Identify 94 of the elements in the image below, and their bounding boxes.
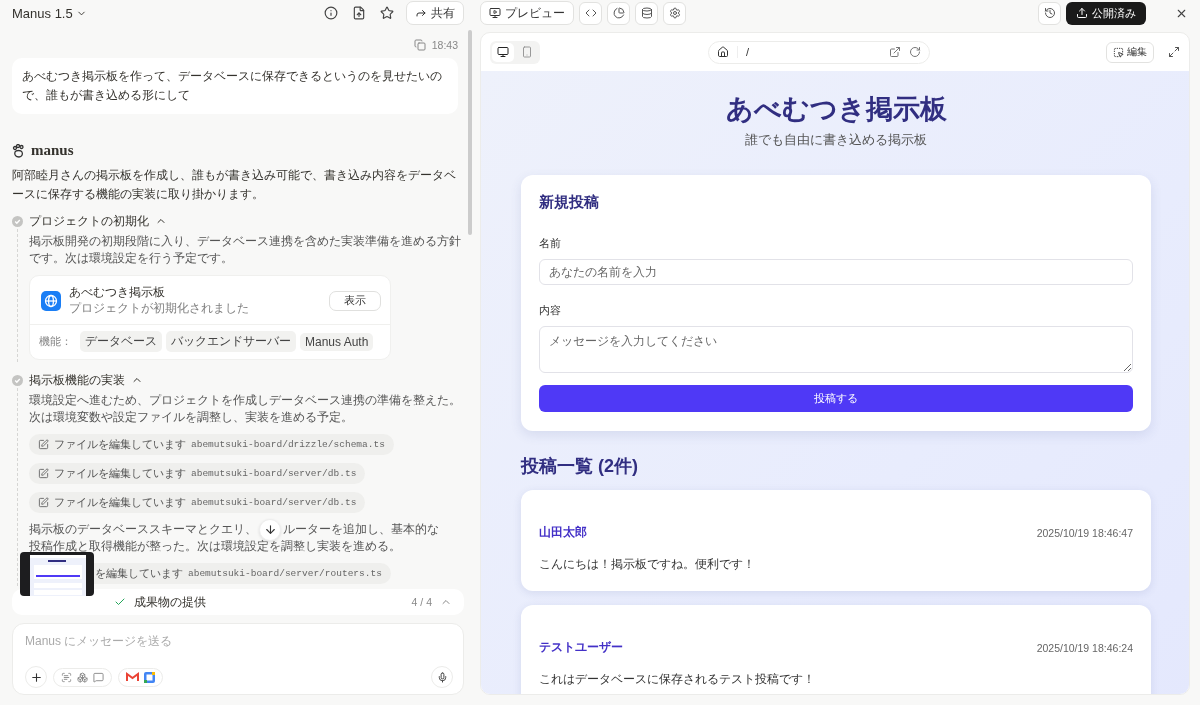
settings-button[interactable] <box>663 1 686 25</box>
scroll-down-button[interactable] <box>259 518 281 541</box>
preview-tab[interactable]: プレビュー <box>480 1 574 25</box>
expand-icon[interactable] <box>1168 46 1180 58</box>
file-path: abemutsuki-board/server/routers.ts <box>188 568 382 579</box>
step-text: 環境設定へ進むため、プロジェクトを作成しデータベース連携の準備を整えた。次は環境変数や設定ファイルを調整し、実装を進める予定。 <box>29 392 462 426</box>
step-title: 掲示板機能の実装 <box>29 372 125 388</box>
preview-thumbnail[interactable] <box>20 552 94 596</box>
view-button[interactable]: 表示 <box>329 291 381 311</box>
share-button[interactable]: 共有 <box>406 1 464 25</box>
chart-button[interactable] <box>607 1 630 25</box>
pie-chart-icon <box>612 7 625 19</box>
step-text: 掲示板のデータベーススキーマとクエリ、 <box>29 521 257 538</box>
history-button[interactable] <box>1038 1 1061 25</box>
info-icon <box>324 6 338 20</box>
features-label: 機能： <box>39 334 72 349</box>
settings-icon <box>668 7 681 19</box>
agent-name: manus <box>31 142 74 159</box>
action-text: を編集しています <box>95 566 183 581</box>
copy-icon[interactable] <box>413 39 426 51</box>
file-path: abemutsuki-board/server/db.ts <box>191 497 357 508</box>
calendar-icon[interactable] <box>144 671 155 683</box>
step-text: 投稿作成と取得機能が整った。次は環境設定を調整し実装を進める。 <box>29 538 401 555</box>
share-icon <box>415 7 427 19</box>
history-icon <box>1043 7 1056 19</box>
reload-icon[interactable] <box>909 46 921 58</box>
apps-icon[interactable] <box>77 671 88 683</box>
post-author: テストユーザー <box>539 639 623 656</box>
file-icon <box>352 6 366 20</box>
field-label: 内容 <box>539 303 562 318</box>
upload-icon <box>1076 7 1088 19</box>
edit-button[interactable]: 編集 <box>1106 41 1154 63</box>
edit-icon <box>38 439 49 450</box>
step-title: プロジェクトの初期化 <box>29 213 149 229</box>
file-path: abemutsuki-board/drizzle/schema.ts <box>191 439 385 450</box>
agent-message: 阿部睦月さんの掲示板を作成し、誰もが書き込み可能で、書き込み内容をデータベースに保存する機能の実装に取り掛かります。 <box>12 167 457 202</box>
feature-tag: データベース <box>80 331 162 352</box>
task-label: 成果物の提供 <box>134 594 206 610</box>
mic-button[interactable] <box>431 666 453 688</box>
form-heading: 新規投稿 <box>539 193 600 212</box>
post-time: 2025/10/19 18:46:47 <box>1036 526 1133 539</box>
monitor-icon <box>489 7 501 19</box>
publish-button[interactable]: 公開済み <box>1066 1 1146 25</box>
action-text: ファイルを編集しています <box>54 437 186 452</box>
step-text: ルーターを追加し、基本的な <box>283 521 439 538</box>
model-selector[interactable]: Manus 1.5 <box>12 5 87 21</box>
home-icon[interactable] <box>717 46 729 58</box>
field-label: 名前 <box>539 236 562 251</box>
list-heading: 投稿一覧 (2件) <box>521 455 639 478</box>
site-subtitle: 誰でも自由に書き込める掲示板 <box>744 132 928 149</box>
name-field[interactable]: あなたの名前を入力 <box>539 259 1133 285</box>
submit-button[interactable]: 投稿する <box>539 385 1133 412</box>
feature-tag: バックエンドサーバー <box>166 331 296 352</box>
star-icon <box>380 6 394 20</box>
edit-icon <box>38 497 49 508</box>
message-field[interactable]: メッセージを入力してください <box>539 326 1133 373</box>
favorite-button[interactable] <box>378 4 396 22</box>
action-text: ファイルを編集しています <box>54 466 186 481</box>
database-icon <box>640 7 653 19</box>
task-progress-bar[interactable]: 成果物の提供 4 / 4 <box>12 589 464 615</box>
post-body: こんにちは！掲示板ですね。便利です！ <box>539 556 756 573</box>
globe-icon <box>41 291 61 311</box>
mail-icon[interactable] <box>126 672 139 682</box>
task-count: 4 / 4 <box>411 596 432 608</box>
code-icon <box>584 7 597 19</box>
plus-icon <box>29 670 43 684</box>
file-path: abemutsuki-board/server/db.ts <box>191 468 357 479</box>
site-title: あべむつき掲示板 <box>724 93 948 126</box>
chat-icon[interactable] <box>93 671 104 683</box>
post-time: 2025/10/19 18:46:24 <box>1036 641 1133 654</box>
post-author: 山田太郎 <box>539 524 587 541</box>
project-status: プロジェクトが初期化されました <box>69 300 250 317</box>
external-link-icon[interactable] <box>889 46 901 58</box>
edit-icon <box>38 468 49 479</box>
info-button[interactable] <box>322 4 340 22</box>
action-text: ファイルを編集しています <box>54 495 186 510</box>
code-button[interactable] <box>579 1 602 25</box>
feature-tag: Manus Auth <box>300 332 374 351</box>
project-title: あべむつき掲示板 <box>69 285 166 300</box>
select-icon <box>1113 46 1124 58</box>
desktop-view-button[interactable] <box>492 42 514 62</box>
paw-icon <box>12 143 26 158</box>
url-path: / <box>737 46 881 58</box>
user-message: あべむつき掲示板を作って、データベースに保存できるというのを見せたいので、誰もが書き込める形にして <box>12 58 458 114</box>
database-button[interactable] <box>635 1 658 25</box>
arrow-down-icon <box>263 523 277 536</box>
post-body: これはデータベースに保存されるテスト投稿です！ <box>539 671 816 688</box>
step-text: 掲示板開発の初期段階に入り、データベース連携を含めた実装準備を進める方針です。次は環境設定を行う予定です。 <box>29 233 462 267</box>
message-time: 18:43 <box>431 39 458 51</box>
add-button[interactable] <box>25 666 47 688</box>
monitor-icon <box>497 46 509 58</box>
scan-icon[interactable] <box>61 671 72 683</box>
phone-icon <box>521 46 533 58</box>
mic-icon <box>436 671 448 683</box>
